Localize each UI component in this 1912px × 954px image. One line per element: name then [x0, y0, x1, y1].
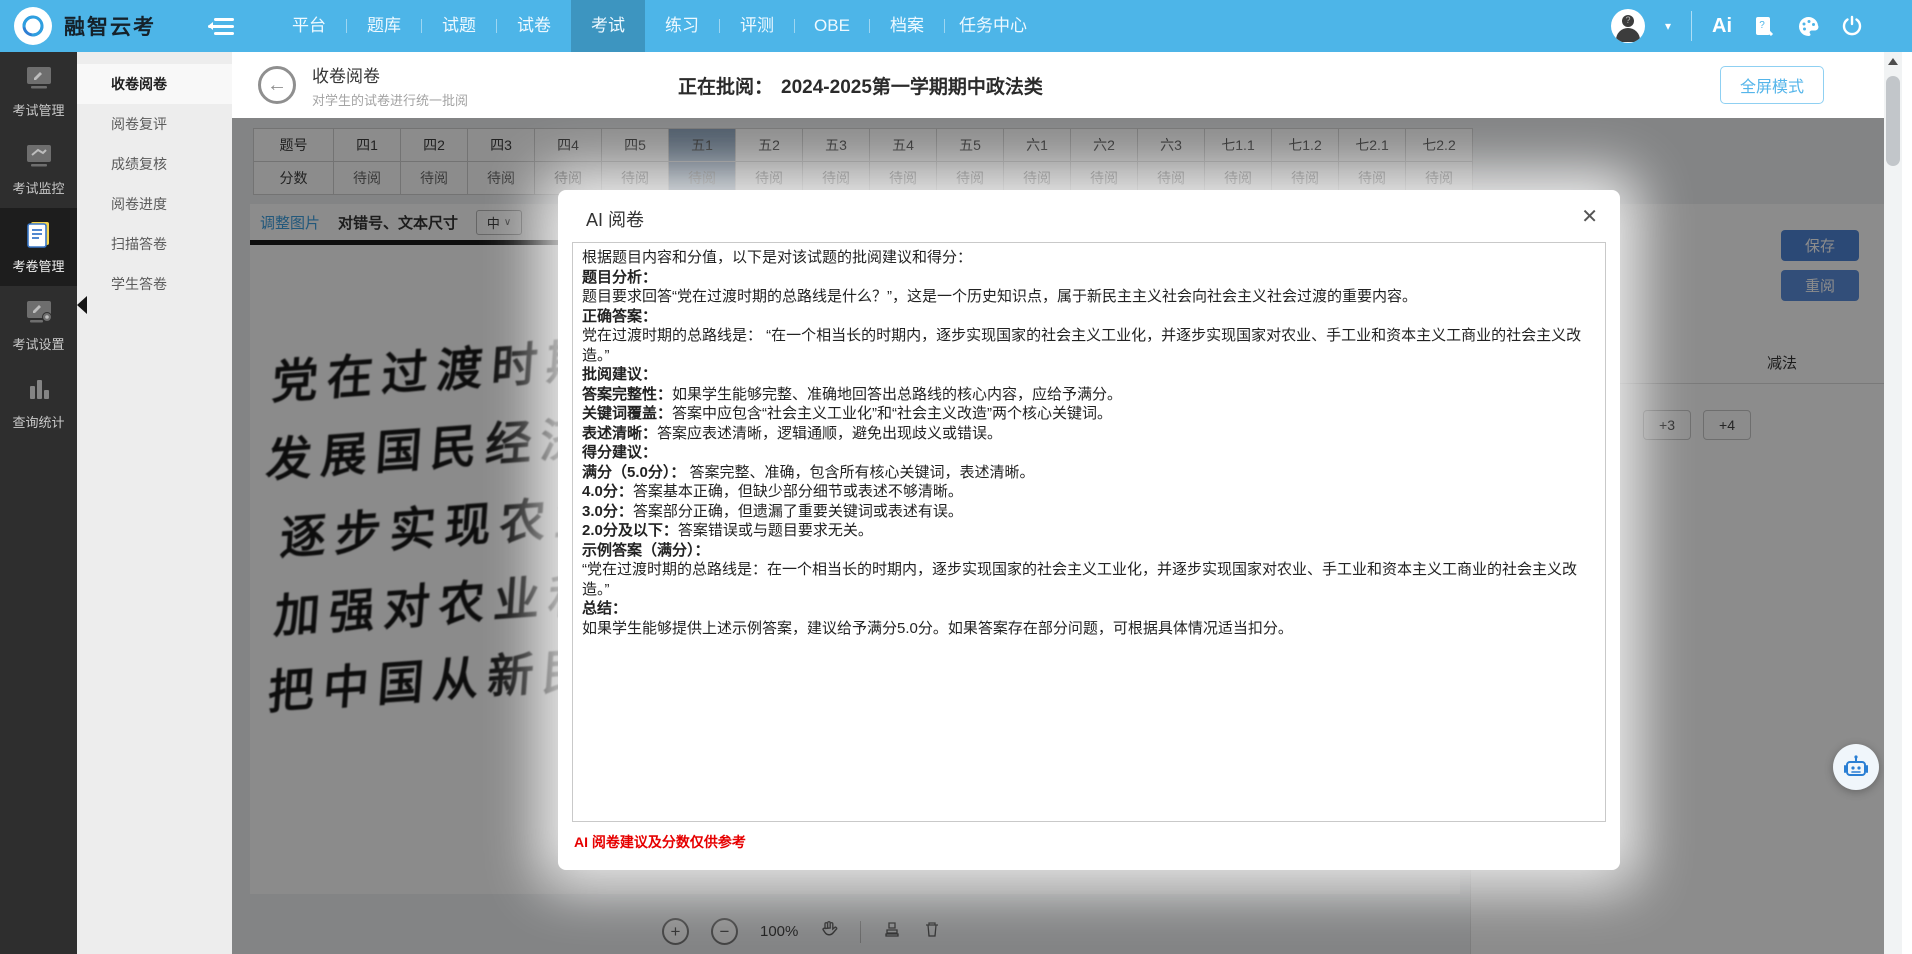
ai-suggestion-line: 示例答案（满分）：: [582, 541, 1596, 561]
ai-suggestion-line: 4.0分：答案基本正确，但缺少部分细节或表述不够清晰。: [582, 482, 1596, 502]
brand-logo-icon: [14, 7, 52, 45]
ai-suggestion-line: 如果学生能够提供上述示例答案，建议给予满分5.0分。如果答案存在部分问题，可根据…: [582, 619, 1596, 639]
exam-manage-icon: [20, 63, 58, 93]
ai-grading-modal: AI 阅卷 ✕ 根据题目内容和分值，以下是对该试题的批阅建议和得分：题目分析：题…: [558, 190, 1620, 870]
user-avatar[interactable]: ?: [1611, 9, 1645, 43]
ai-suggestion-line: “党在过渡时期的总路线是：在一个相当长的时期内，逐步实现国家的社会主义工业化，并…: [582, 560, 1596, 599]
ai-suggestion-line: 3.0分：答案部分正确，但遗漏了重要关键词或表述有误。: [582, 502, 1596, 522]
sidebar-item-3[interactable]: 考试设置: [0, 286, 77, 364]
top-nav: 平台题库试题试卷考试练习评测OBE档案任务中心: [272, 0, 1041, 52]
submenu-item-4[interactable]: 扫描答卷: [77, 224, 232, 264]
fullscreen-button[interactable]: 全屏模式: [1720, 66, 1824, 104]
ai-suggestion-line: 题目分析：: [582, 268, 1596, 288]
nav-item-2[interactable]: 试题: [422, 0, 496, 52]
ai-suggestion-line: 表述清晰：答案应表述清晰，逻辑通顺，避免出现歧义或错误。: [582, 424, 1596, 444]
nav-item-1[interactable]: 题库: [347, 0, 421, 52]
nav-item-9[interactable]: 任务中心: [945, 0, 1041, 52]
ai-assistant-icon[interactable]: Ai: [1712, 15, 1732, 38]
ai-suggestion-line: 答案完整性：如果学生能够完整、准确地回答出总路线的核心内容，应给予满分。: [582, 385, 1596, 405]
scroll-up-icon[interactable]: [1888, 58, 1898, 65]
secondary-sidebar: 收卷阅卷阅卷复评成绩复核阅卷进度扫描答卷学生答卷: [77, 52, 232, 954]
topbar: 融智云考 平台题库试题试卷考试练习评测OBE档案任务中心 ? ▾ Ai ?: [0, 0, 1912, 52]
sidebar-item-4[interactable]: 查询统计: [0, 364, 77, 442]
paper-manage-icon: [20, 219, 58, 249]
query-stats-icon: [20, 375, 58, 405]
ai-suggestion-line: 根据题目内容和分值，以下是对该试题的批阅建议和得分：: [582, 248, 1596, 268]
robot-icon: [1842, 753, 1870, 781]
active-menu-arrow: [77, 296, 87, 314]
exam-name: 2024-2025第一学期期中政法类: [781, 77, 1043, 98]
ai-suggestion-text[interactable]: 根据题目内容和分值，以下是对该试题的批阅建议和得分：题目分析：题目要求回答“党在…: [572, 242, 1606, 822]
ai-suggestion-line: 关键词覆盖：答案中应包含“社会主义工业化”和“社会主义改造”两个核心关键词。: [582, 404, 1596, 424]
ai-suggestion-line: 正确答案：: [582, 307, 1596, 327]
page: 融智云考 平台题库试题试卷考试练习评测OBE档案任务中心 ? ▾ Ai ? 考试…: [0, 0, 1912, 954]
close-icon[interactable]: ✕: [1581, 204, 1598, 229]
theme-palette-icon[interactable]: [1796, 14, 1820, 38]
ai-suggestion-line: 总结：: [582, 599, 1596, 619]
ai-disclaimer: AI 阅卷建议及分数仅供参考: [574, 832, 746, 852]
nav-item-0[interactable]: 平台: [272, 0, 346, 52]
topbar-right: ? ▾ Ai ?: [1611, 0, 1864, 52]
submenu-item-3[interactable]: 阅卷进度: [77, 184, 232, 224]
nav-item-5[interactable]: 练习: [645, 0, 719, 52]
collapse-menu-icon[interactable]: [208, 16, 234, 36]
exam-settings-icon: [20, 297, 58, 327]
modal-title: AI 阅卷: [586, 206, 644, 232]
submenu-item-5[interactable]: 学生答卷: [77, 264, 232, 304]
grading-status: 正在批阅： 2024-2025第一学期期中政法类: [678, 72, 1043, 99]
ai-suggestion-line: 得分建议：: [582, 443, 1596, 463]
ai-robot-button[interactable]: [1833, 744, 1879, 790]
help-doc-icon[interactable]: ?: [1752, 14, 1776, 38]
grading-status-label: 正在批阅：: [678, 77, 773, 98]
ai-suggestion-line: 党在过渡时期的总路线是： “在一个相当长的时期内，逐步实现国家的社会主义工业化，…: [582, 326, 1596, 365]
submenu-item-2[interactable]: 成绩复核: [77, 144, 232, 184]
nav-item-3[interactable]: 试卷: [497, 0, 571, 52]
svg-text:?: ?: [1759, 20, 1765, 31]
page-title: 收卷阅卷: [312, 62, 468, 87]
back-button[interactable]: ←: [258, 66, 296, 104]
avatar-dropdown-caret-icon[interactable]: ▾: [1665, 19, 1671, 33]
sidebar-item-2[interactable]: 考卷管理: [0, 208, 77, 286]
page-header: ← 收卷阅卷 对学生的试卷进行统一批阅 正在批阅： 2024-2025第一学期期中…: [232, 52, 1884, 118]
topbar-divider: [1691, 11, 1692, 41]
page-subtitle: 对学生的试卷进行统一批阅: [312, 90, 468, 109]
nav-item-7[interactable]: OBE: [795, 0, 869, 52]
page-scrollbar[interactable]: [1884, 52, 1902, 954]
exam-monitor-icon: [20, 141, 58, 171]
nav-item-6[interactable]: 评测: [720, 0, 794, 52]
ai-suggestion-line: 2.0分及以下：答案错误或与题目要求无关。: [582, 521, 1596, 541]
ai-suggestion-line: 题目要求回答“党在过渡时期的总路线是什么？”，这是一个历史知识点，属于新民主主义…: [582, 287, 1596, 307]
primary-sidebar: 考试管理考试监控考卷管理考试设置查询统计: [0, 52, 77, 954]
scrollbar-thumb[interactable]: [1886, 76, 1900, 166]
ai-suggestion-line: 满分（5.0分）： 答案完整、准确，包含所有核心关键词，表述清晰。: [582, 463, 1596, 483]
sidebar-item-1[interactable]: 考试监控: [0, 130, 77, 208]
sidebar-item-0[interactable]: 考试管理: [0, 52, 77, 130]
submenu-item-0[interactable]: 收卷阅卷: [77, 64, 232, 104]
nav-item-4[interactable]: 考试: [571, 0, 645, 52]
nav-item-8[interactable]: 档案: [870, 0, 944, 52]
submenu-item-1[interactable]: 阅卷复评: [77, 104, 232, 144]
brand-name: 融智云考: [64, 11, 156, 41]
logout-power-icon[interactable]: [1840, 14, 1864, 38]
ai-suggestion-line: 批阅建议：: [582, 365, 1596, 385]
